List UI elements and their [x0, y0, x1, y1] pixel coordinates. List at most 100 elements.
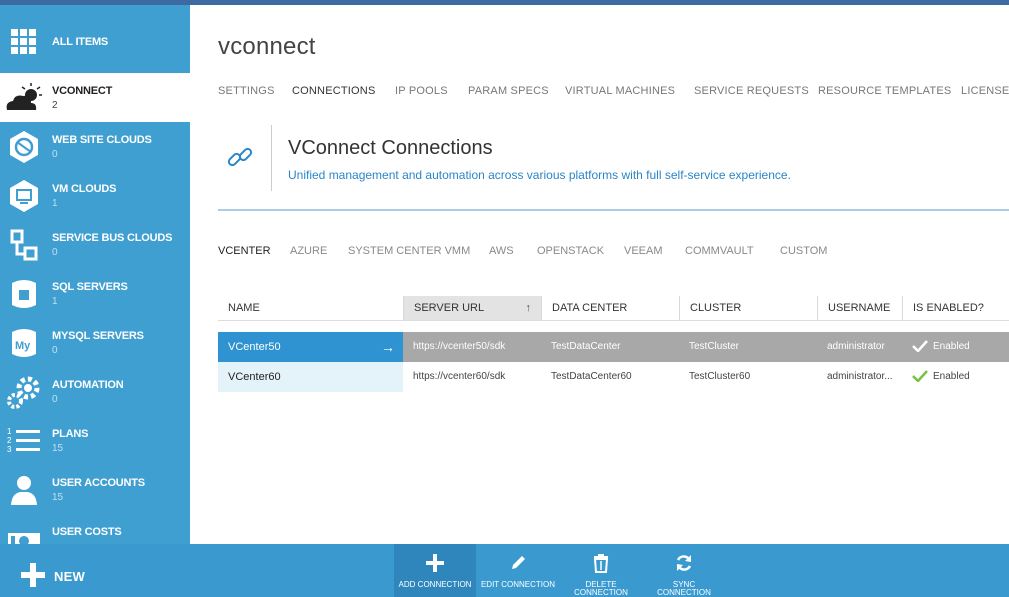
cell-is-enabled: Enabled: [902, 332, 970, 362]
enabled-text: Enabled: [933, 371, 970, 382]
edit-connection-button[interactable]: EDIT CONNECTION: [478, 544, 558, 597]
sidebar-item-service-bus-clouds[interactable]: SERVICE BUS CLOUDS 0: [0, 220, 190, 269]
header-rule: [218, 320, 1009, 321]
globe-icon: [4, 128, 44, 166]
subtab-azure[interactable]: AZURE: [290, 245, 327, 257]
enabled-text: Enabled: [933, 341, 970, 352]
sync-connection-label: SYNC CONNECTION: [657, 580, 711, 597]
sync-icon: [652, 551, 716, 575]
subtab-custom[interactable]: CUSTOM: [780, 245, 827, 257]
cell-name: VCenter50 →: [218, 332, 403, 362]
sidebar-item-plans[interactable]: 123 PLANS 15: [0, 416, 190, 465]
cloud-sun-icon: [4, 79, 44, 117]
hero-divider: [271, 125, 272, 191]
cell-data-center: TestDataCenter: [551, 341, 621, 352]
subtab-commvault[interactable]: COMMVAULT: [685, 245, 754, 257]
sidebar-item-count: 0: [52, 345, 58, 356]
column-header-cluster[interactable]: CLUSTER: [679, 296, 817, 320]
user-icon: [4, 471, 44, 509]
tab-connections[interactable]: CONNECTIONS: [292, 85, 375, 97]
sidebar-item-label: PLANS: [52, 428, 89, 440]
add-connection-button[interactable]: ADD CONNECTION: [394, 544, 476, 597]
column-header-label: CLUSTER: [690, 302, 742, 314]
column-header-server-url[interactable]: SERVER URL ↑: [403, 296, 541, 320]
subtab-system-center-vmm[interactable]: SYSTEM CENTER VMM: [348, 245, 470, 257]
sidebar-item-all-items[interactable]: ALL ITEMS: [0, 17, 190, 66]
sidebar-item-label: USER COSTS: [52, 526, 122, 538]
sidebar-item-count: 15: [52, 443, 64, 454]
cell-data-center: TestDataCenter60: [551, 371, 632, 382]
sidebar-item-label: SERVICE BUS CLOUDS: [52, 232, 173, 244]
sidebar-item-user-accounts[interactable]: USER ACCOUNTS 15: [0, 465, 190, 514]
grid-icon: [4, 23, 44, 61]
sidebar-item-count: 0: [52, 149, 58, 160]
tab-virtual-machines[interactable]: VIRTUAL MACHINES: [565, 85, 675, 97]
add-connection-label: ADD CONNECTION: [398, 580, 472, 589]
cell-cluster: TestCluster60: [689, 371, 751, 382]
sql-icon: [4, 275, 44, 313]
column-header-data-center[interactable]: DATA CENTER: [541, 296, 679, 320]
cell-server-url: https://vcenter50/sdk: [413, 341, 506, 352]
cell-server-url: https://vcenter60/sdk: [413, 371, 506, 382]
sidebar-item-vconnect[interactable]: VCONNECT 2: [0, 73, 190, 122]
tab-resource-templates[interactable]: RESOURCE TEMPLATES: [818, 85, 951, 97]
section-rule: [218, 209, 1009, 211]
table-row[interactable]: VCenter60 https://vcenter60/sdk TestData…: [218, 362, 1009, 392]
section-title: VConnect Connections: [288, 137, 493, 159]
plus-icon: [394, 551, 476, 575]
monitor-icon: [4, 177, 44, 215]
column-header-username[interactable]: USERNAME: [817, 296, 902, 320]
delete-connection-label: DELETE CONNECTION: [574, 580, 628, 597]
subtab-aws[interactable]: AWS: [489, 245, 514, 257]
sidebar-item-count: 0: [52, 247, 58, 258]
tab-license[interactable]: LICENSE: [961, 85, 1009, 97]
sidebar-item-vm-clouds[interactable]: VM CLOUDS 1: [0, 171, 190, 220]
sidebar-item-count: 15: [52, 492, 64, 503]
new-button[interactable]: NEW: [20, 562, 85, 591]
column-header-label: IS ENABLED?: [913, 302, 984, 314]
sidebar-item-web-site-clouds[interactable]: WEB SITE CLOUDS 0: [0, 122, 190, 171]
column-header-name[interactable]: NAME: [218, 296, 403, 320]
svg-text:My: My: [15, 340, 31, 352]
cell-name: VCenter60: [218, 362, 403, 392]
edit-connection-label: EDIT CONNECTION: [480, 580, 556, 589]
svg-text:2: 2: [7, 436, 12, 445]
sidebar-item-automation[interactable]: AUTOMATION 0: [0, 367, 190, 416]
sidebar-item-count: 1: [52, 198, 58, 209]
sidebar-item-count: 0: [52, 394, 58, 405]
table-row[interactable]: VCenter50 → https://vcenter50/sdk TestDat…: [218, 332, 1009, 362]
sidebar-item-mysql-servers[interactable]: My MYSQL SERVERS 0: [0, 318, 190, 367]
sidebar-item-count: 2: [52, 100, 58, 111]
arrow-right-icon[interactable]: →: [381, 332, 395, 362]
tab-ip-pools[interactable]: IP POOLS: [395, 85, 448, 97]
cell-cluster: TestCluster: [689, 341, 740, 352]
cell-name-text: VCenter50: [228, 341, 281, 353]
sidebar-item-label: AUTOMATION: [52, 379, 124, 391]
sidebar-item-label: ALL ITEMS: [52, 36, 109, 48]
column-header-label: SERVER URL: [414, 302, 485, 314]
section-subtitle: Unified management and automation across…: [288, 168, 791, 182]
sort-arrow-icon: ↑: [525, 302, 532, 314]
cell-username: administrator...: [827, 371, 893, 382]
check-icon: [912, 370, 928, 383]
sidebar-item-user-costs[interactable]: USER COSTS: [0, 514, 190, 544]
pencil-icon: [478, 551, 558, 575]
gears-icon: [4, 373, 44, 411]
mysql-icon: My: [4, 324, 44, 362]
tab-service-requests[interactable]: SERVICE REQUESTS: [694, 85, 809, 97]
tab-param-specs[interactable]: PARAM SPECS: [468, 85, 549, 97]
subtab-veeam[interactable]: VEEAM: [624, 245, 663, 257]
sync-connection-button[interactable]: SYNC CONNECTION: [652, 544, 716, 597]
column-header-is-enabled[interactable]: IS ENABLED?: [902, 296, 1009, 320]
tab-settings[interactable]: SETTINGS: [218, 85, 275, 97]
check-icon: [912, 340, 928, 353]
plus-icon: [20, 562, 46, 591]
delete-connection-button[interactable]: DELETE CONNECTION: [569, 544, 633, 597]
sidebar-item-label: MYSQL SERVERS: [52, 330, 144, 342]
subtab-vcenter[interactable]: VCENTER: [218, 245, 271, 257]
sidebar-item-label: WEB SITE CLOUDS: [52, 134, 152, 146]
page-title: vconnect: [218, 33, 316, 60]
subtab-openstack[interactable]: OPENSTACK: [537, 245, 604, 257]
cell-name-text: VCenter60: [228, 371, 281, 383]
sidebar-item-sql-servers[interactable]: SQL SERVERS 1: [0, 269, 190, 318]
